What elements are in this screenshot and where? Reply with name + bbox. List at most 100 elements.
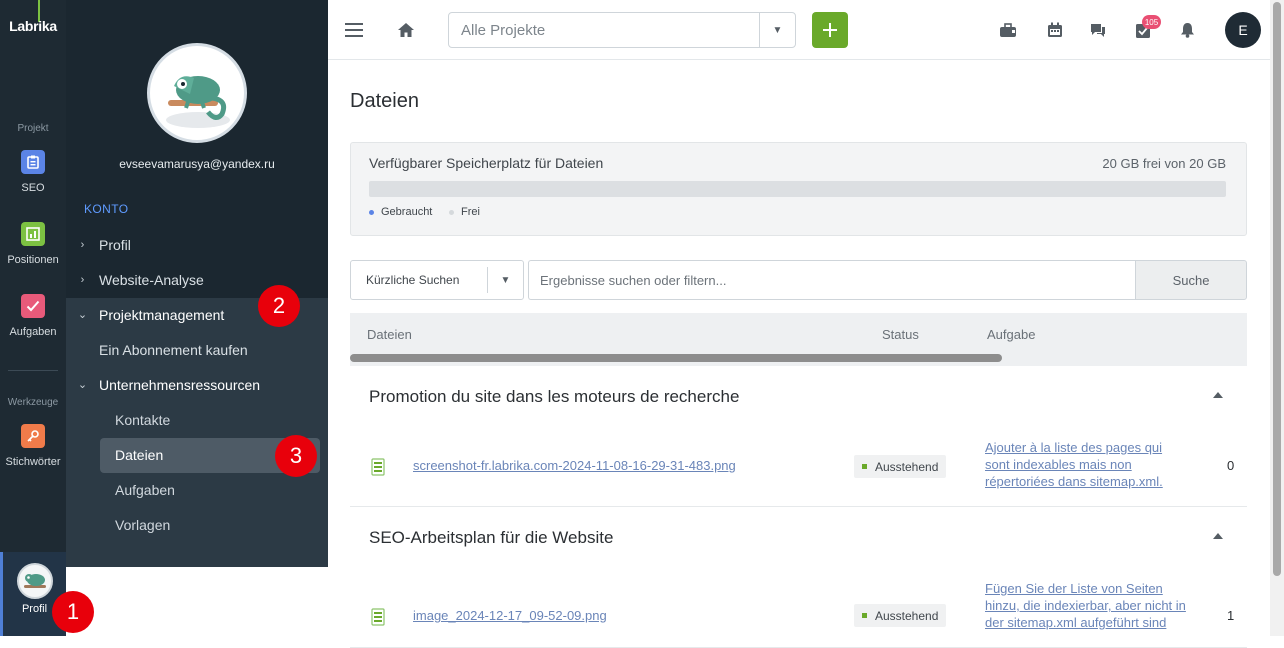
- legend-used-label: Gebraucht: [381, 206, 433, 218]
- status-badge: Ausstehend: [854, 455, 947, 478]
- legend-dot-free: [449, 209, 454, 215]
- menu-item-label: Projektmanagement: [99, 306, 225, 323]
- status-indicator: [862, 464, 867, 469]
- image-file-icon: [371, 458, 385, 476]
- tasks-count-badge: 105: [1142, 15, 1161, 29]
- menu-item-profil[interactable]: › Profil: [66, 227, 328, 262]
- rail-item-label: SEO: [21, 182, 45, 194]
- status-indicator: [862, 613, 867, 618]
- search-input[interactable]: [528, 260, 1136, 300]
- table-row: image_2024-12-17_09-52-09.png Ausstehend…: [350, 568, 1247, 648]
- chameleon-avatar: [16, 563, 53, 599]
- group-header: Promotion du site dans les moteurs de re…: [350, 366, 1247, 428]
- project-select[interactable]: Alle Projekte ▼: [448, 12, 796, 48]
- account-panel: evseevamarusya@yandex.ru KONTO › Profil …: [66, 0, 328, 567]
- menu-item-abonnement[interactable]: Ein Abonnement kaufen: [66, 332, 328, 367]
- rail-divider: [8, 370, 58, 371]
- group-title: SEO-Arbeitsplan für die Website: [369, 527, 614, 547]
- menu-item-label: Profil: [99, 236, 131, 253]
- project-select-placeholder: Alle Projekte: [461, 21, 546, 39]
- bell-icon[interactable]: [1177, 20, 1197, 40]
- app-rail: Labrika Projekt SEO Positionen Aufgaben …: [0, 0, 66, 636]
- menu-item-label: Unternehmensressourcen: [99, 376, 261, 393]
- submenu-item-label: Vorlagen: [115, 516, 171, 533]
- storage-label: Verfügbarer Speicherplatz für Dateien: [369, 155, 604, 171]
- status-label: Ausstehend: [875, 608, 939, 623]
- chameleon-icon: [166, 76, 230, 128]
- rail-section-tools: Werkzeuge: [7, 397, 59, 408]
- rail-item-label: Aufgaben: [9, 326, 57, 338]
- rail-item-seo[interactable]: SEO: [0, 150, 66, 194]
- column-header-status[interactable]: Status: [882, 327, 919, 342]
- submenu-item-vorlagen[interactable]: Vorlagen: [66, 507, 328, 542]
- rail-item-aufgaben[interactable]: Aufgaben: [0, 294, 66, 338]
- page-title: Dateien: [350, 90, 419, 112]
- annotation-marker: 2: [258, 285, 300, 327]
- chart-icon: [21, 222, 45, 246]
- chevron-right-icon: ›: [80, 238, 85, 251]
- legend-used: Gebraucht: [369, 206, 432, 218]
- annotation-marker: 3: [275, 435, 317, 477]
- task-link[interactable]: Ajouter à la liste des pages qui sont in…: [985, 439, 1190, 490]
- home-icon[interactable]: [396, 20, 416, 40]
- legend-free-label: Frei: [461, 206, 480, 218]
- cut-off-cell: 0: [1227, 458, 1235, 473]
- rail-section-project: Projekt: [17, 123, 49, 134]
- chevron-right-icon: ›: [80, 273, 85, 286]
- submenu-item-label: Aufgaben: [115, 481, 175, 498]
- app-logo[interactable]: Labrika: [0, 18, 66, 34]
- caret-up-icon[interactable]: [1213, 392, 1223, 398]
- rail-item-positionen[interactable]: Positionen: [0, 222, 66, 266]
- task-link[interactable]: Fügen Sie der Liste von Seiten hinzu, di…: [985, 580, 1190, 631]
- group-header: SEO-Arbeitsplan für die Website: [350, 507, 1247, 569]
- panel-footer: [66, 567, 328, 636]
- calendar-icon[interactable]: [1045, 20, 1065, 40]
- chevron-down-icon: ⌄: [77, 309, 88, 321]
- recent-searches-label: Kürzliche Suchen: [366, 273, 460, 287]
- clipboard-icon: [21, 150, 45, 174]
- column-header-task[interactable]: Aufgabe: [987, 327, 1035, 342]
- submenu-item-label: Kontakte: [115, 411, 171, 428]
- profile-avatar[interactable]: [147, 43, 247, 143]
- section-heading-konto: KONTO: [84, 202, 129, 216]
- status-badge: Ausstehend: [854, 604, 947, 627]
- storage-panel: Verfügbarer Speicherplatz für Dateien 20…: [350, 142, 1247, 236]
- storage-usage-bar: [369, 181, 1226, 197]
- key-icon: [21, 424, 45, 448]
- chat-icon[interactable]: [1088, 20, 1108, 40]
- column-header-files[interactable]: Dateien: [367, 327, 412, 342]
- submenu-item-aufgaben[interactable]: Aufgaben: [66, 472, 328, 507]
- submenu-item-kontakte[interactable]: Kontakte: [66, 402, 328, 437]
- add-button[interactable]: [812, 12, 848, 48]
- cut-off-cell: 1: [1227, 608, 1235, 623]
- account-email: evseevamarusya@yandex.ru: [119, 157, 275, 171]
- rail-item-label: Positionen: [7, 254, 59, 266]
- image-file-icon: [371, 608, 385, 626]
- file-link[interactable]: image_2024-12-17_09-52-09.png: [413, 608, 607, 623]
- vertical-scrollbar[interactable]: [1270, 0, 1284, 636]
- table-header: Dateien Status Aufgabe: [350, 313, 1247, 366]
- caret-up-icon[interactable]: [1213, 533, 1223, 539]
- annotation-marker: 1: [52, 591, 94, 633]
- table-row: screenshot-fr.labrika.com-2024-11-08-16-…: [350, 427, 1247, 507]
- caret-down-icon[interactable]: ▼: [759, 13, 795, 47]
- recent-searches-dropdown[interactable]: Kürzliche Suchen ▼: [350, 260, 524, 300]
- menu-icon[interactable]: [344, 20, 364, 40]
- briefcase-icon[interactable]: [998, 20, 1018, 40]
- search-button[interactable]: Suche: [1135, 260, 1247, 300]
- caret-down-icon[interactable]: ▼: [487, 267, 523, 293]
- legend-free: Frei: [449, 206, 480, 218]
- group-title: Promotion du site dans les moteurs de re…: [369, 386, 740, 406]
- plus-icon: [823, 23, 837, 37]
- check-icon: [21, 294, 45, 318]
- menu-item-unternehmensressourcen[interactable]: ⌄ Unternehmensressourcen: [66, 367, 328, 402]
- user-avatar[interactable]: E: [1225, 12, 1261, 48]
- horizontal-scrollbar-thumb[interactable]: [350, 354, 1002, 362]
- file-link[interactable]: screenshot-fr.labrika.com-2024-11-08-16-…: [413, 458, 736, 473]
- vertical-scrollbar-thumb[interactable]: [1273, 2, 1281, 576]
- chevron-down-icon: ⌄: [77, 379, 88, 391]
- status-label: Ausstehend: [875, 459, 939, 474]
- rail-item-stichwoerter[interactable]: Stichwörter: [0, 424, 66, 468]
- storage-free-text: 20 GB frei von 20 GB: [1102, 156, 1226, 171]
- rail-profile-label: Profil: [21, 603, 48, 615]
